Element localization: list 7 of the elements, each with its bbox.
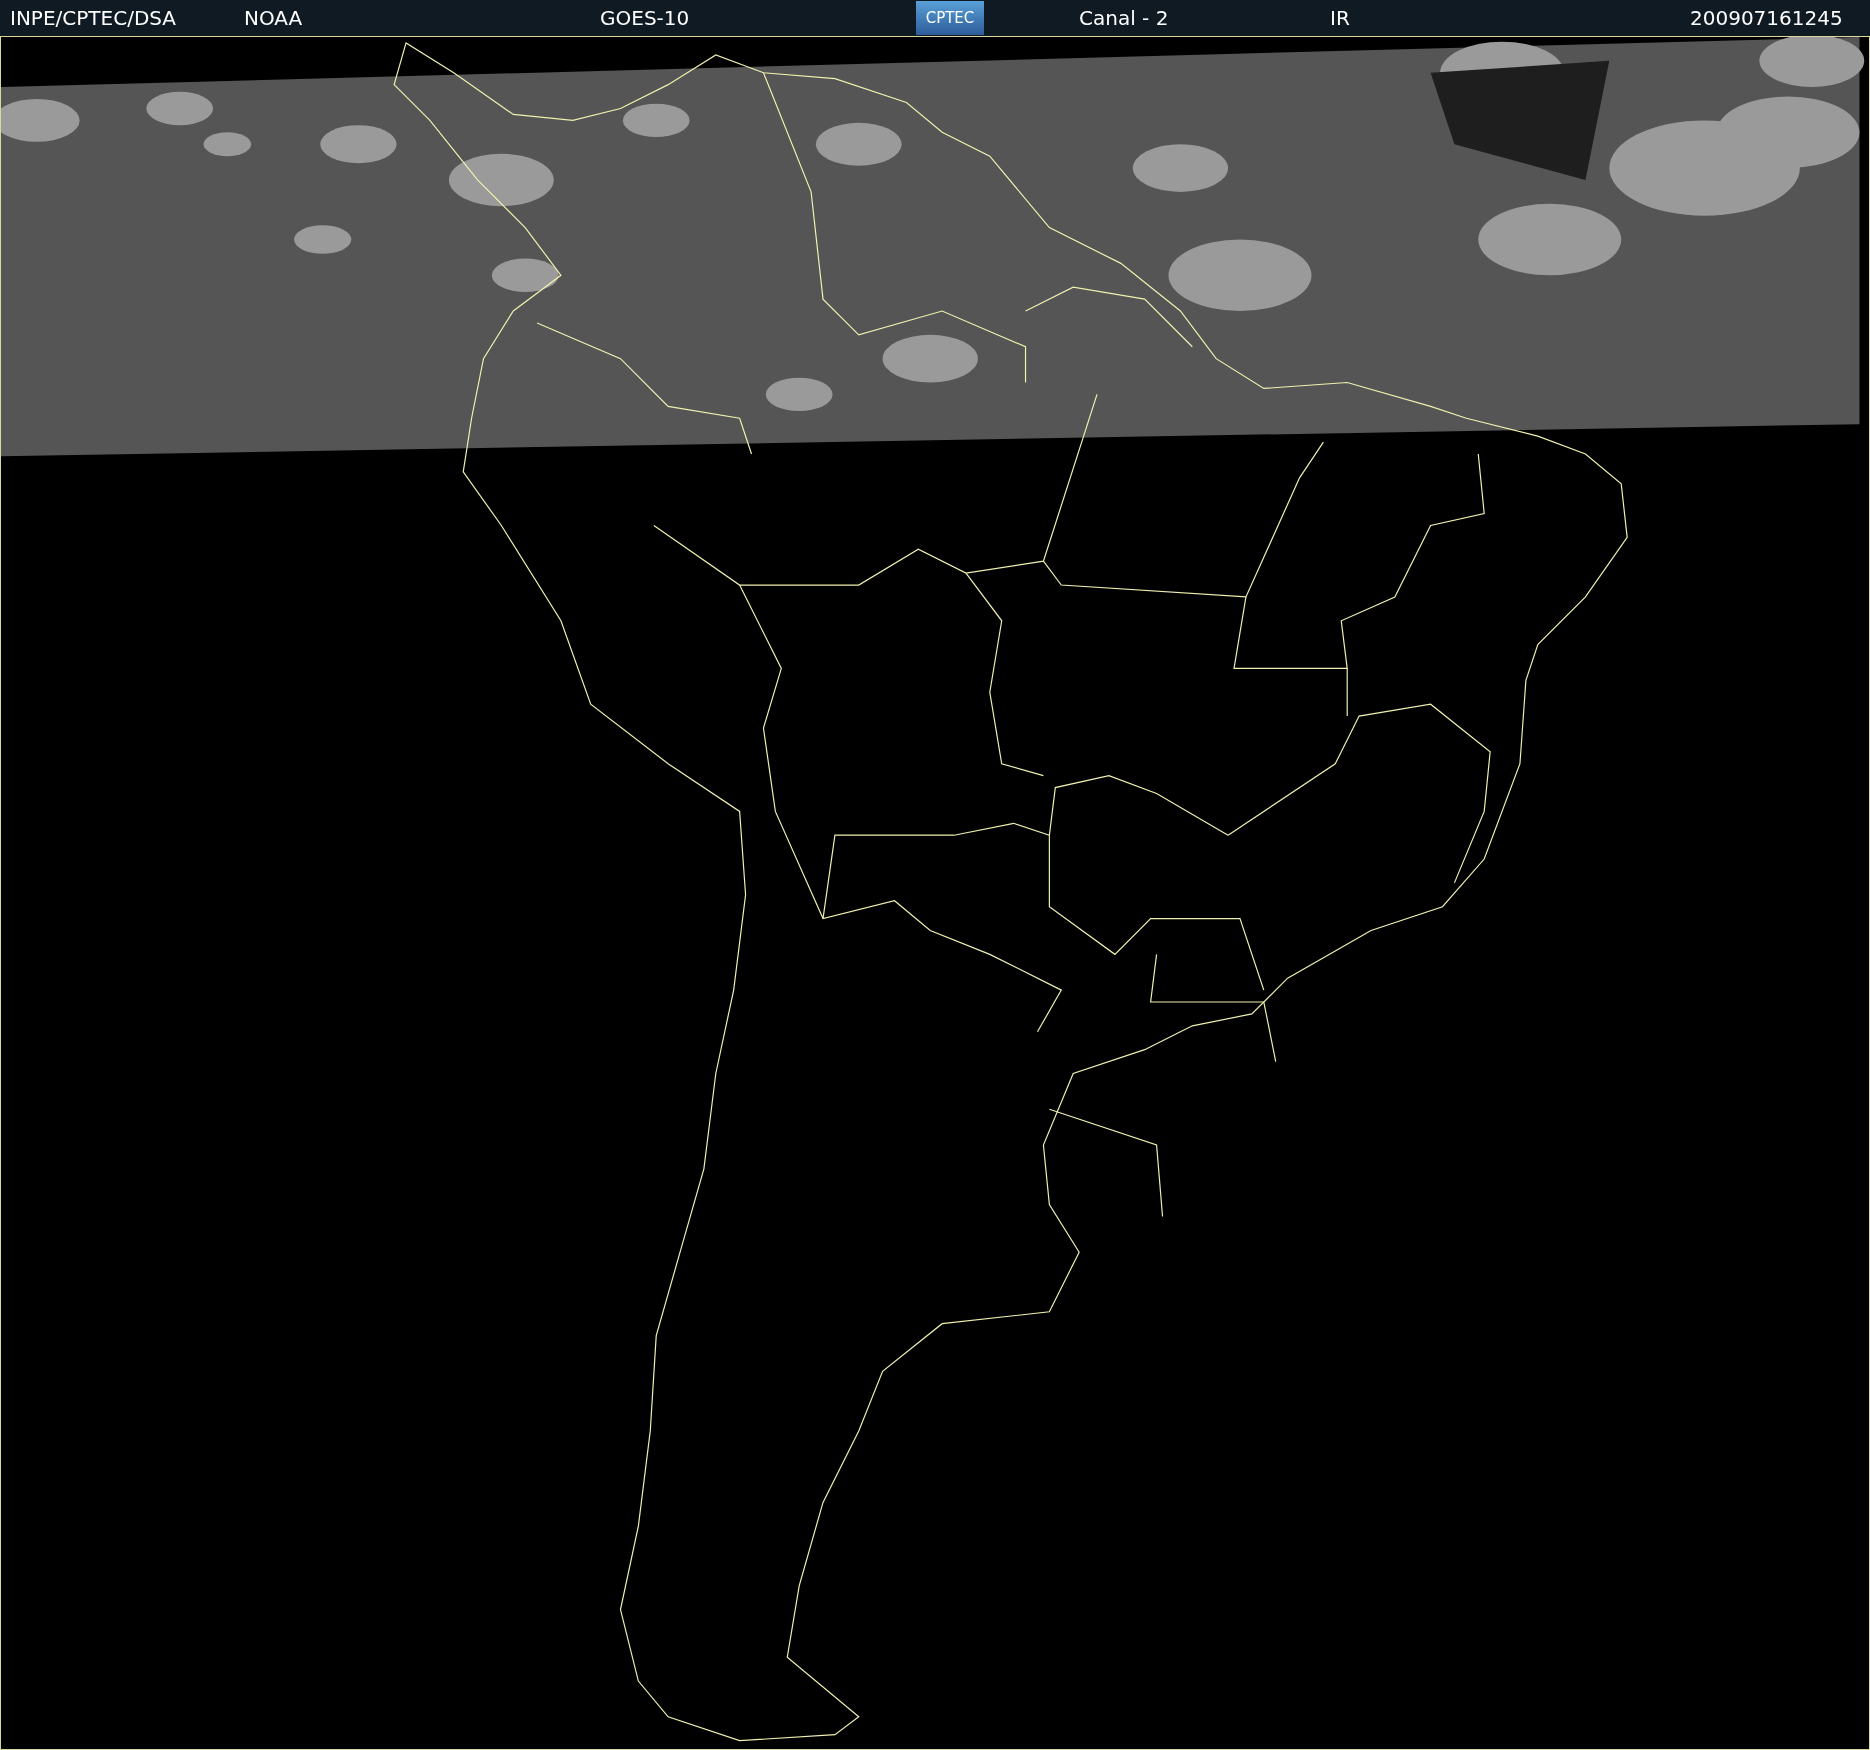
band-label: IR (1330, 5, 1351, 32)
source-label: INPE/CPTEC/DSA (10, 5, 178, 32)
timestamp-label: 200907161245 (1690, 5, 1843, 32)
satellite-label: GOES-10 (600, 5, 691, 32)
agency-label: NOAA (244, 5, 304, 32)
logo: CPTEC (916, 1, 984, 35)
channel-label: Canal - 2 (1079, 5, 1170, 32)
